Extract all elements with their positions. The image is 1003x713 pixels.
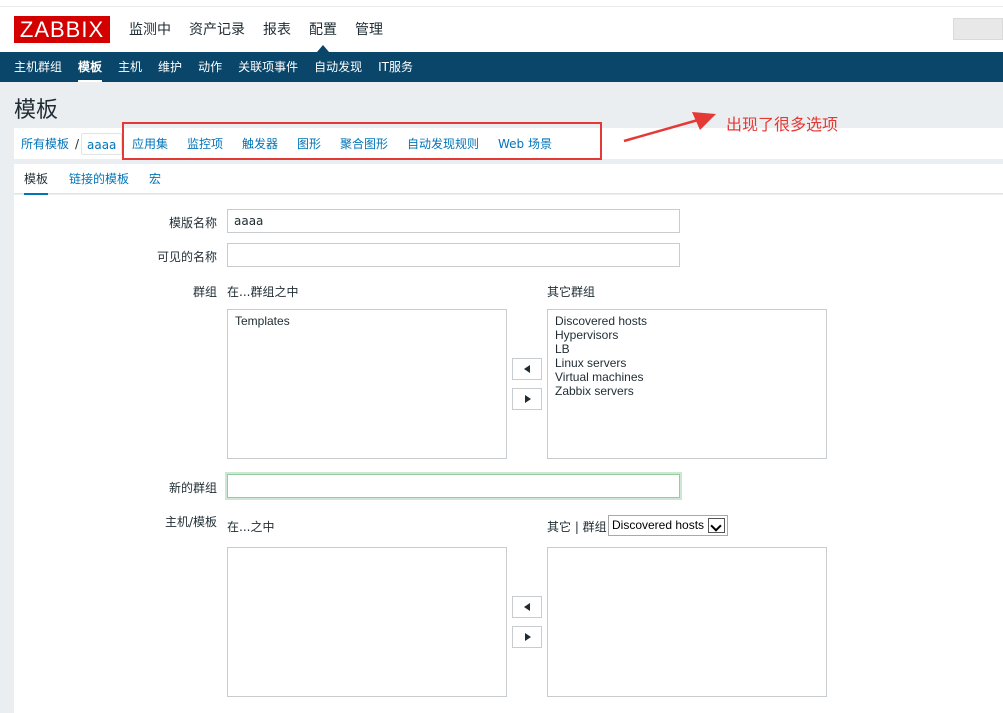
nav-inventory[interactable]: 资产记录 <box>180 0 254 52</box>
host-group-select[interactable]: Discovered hosts <box>608 515 728 536</box>
subnav-it-services[interactable]: IT服务 <box>370 52 421 82</box>
in-groups-list[interactable]: Templates <box>227 309 507 459</box>
chevron-down-icon <box>708 518 725 533</box>
list-item[interactable]: Virtual machines <box>555 370 819 384</box>
template-name-input[interactable] <box>227 209 680 233</box>
move-left-button[interactable] <box>512 596 542 618</box>
subnav-templates[interactable]: 模板 <box>70 52 110 82</box>
form-tabs: 模板 链接的模板 宏 <box>14 164 1003 195</box>
new-group-label: 新的群组 <box>168 481 217 495</box>
top-header: ZABBIX 监测中 资产记录 报表 配置 管理 <box>0 0 1003 52</box>
list-item[interactable]: Linux servers <box>555 356 819 370</box>
new-group-input[interactable] <box>227 474 680 498</box>
hosts-templates-label: 主机/模板 <box>164 515 217 529</box>
other-groups-caption: 其它群组 <box>547 285 596 299</box>
subnav-correlation[interactable]: 关联项事件 <box>230 52 306 82</box>
subnav-discovery[interactable]: 自动发现 <box>306 52 370 82</box>
subnav-host-groups[interactable]: 主机群组 <box>0 52 70 82</box>
move-right-button[interactable] <box>512 626 542 648</box>
tab-macros[interactable]: 宏 <box>149 164 161 194</box>
breadcrumb-current[interactable]: aaaa <box>81 133 123 155</box>
search-input[interactable] <box>953 18 1003 40</box>
annotation-text: 出现了很多选项 <box>726 115 839 134</box>
nav-administration[interactable]: 管理 <box>346 0 392 52</box>
list-item[interactable]: Zabbix servers <box>555 384 819 398</box>
arrow-right-icon <box>525 395 531 403</box>
page-title: 模板 <box>14 98 59 123</box>
arrow-left-icon <box>524 365 530 373</box>
list-item[interactable]: Templates <box>235 314 499 328</box>
breadcrumb-separator: / <box>75 137 80 151</box>
other-hosts-list[interactable] <box>547 547 827 697</box>
arrow-right-icon <box>525 633 531 641</box>
groups-label: 群组 <box>192 285 217 299</box>
other-hosts-caption: 其它 | 群组 <box>547 520 607 534</box>
move-left-button[interactable] <box>512 358 542 380</box>
annotation-box <box>122 122 602 160</box>
list-item[interactable]: Hypervisors <box>555 328 819 342</box>
arrow-left-icon <box>524 603 530 611</box>
in-hosts-list[interactable] <box>227 547 507 697</box>
in-groups-caption: 在...群组之中 <box>227 285 299 299</box>
tab-template[interactable]: 模板 <box>24 164 49 195</box>
main-nav: 监测中 资产记录 报表 配置 管理 <box>120 0 392 52</box>
breadcrumb-all-templates[interactable]: 所有模板 <box>21 128 69 160</box>
host-group-select-value: Discovered hosts <box>612 518 705 532</box>
visible-name-label: 可见的名称 <box>156 250 217 264</box>
visible-name-input[interactable] <box>227 243 680 267</box>
in-hosts-caption: 在...之中 <box>227 520 275 534</box>
list-item[interactable]: Discovered hosts <box>555 314 819 328</box>
template-name-label: 模版名称 <box>168 216 217 230</box>
zabbix-logo[interactable]: ZABBIX <box>14 16 110 43</box>
list-item[interactable]: LB <box>555 342 819 356</box>
move-right-button[interactable] <box>512 388 542 410</box>
annotation-arrow-icon <box>623 112 716 143</box>
subnav-maintenance[interactable]: 维护 <box>150 52 190 82</box>
nav-configuration[interactable]: 配置 <box>300 0 346 52</box>
subnav-actions[interactable]: 动作 <box>190 52 230 82</box>
form-panel: 模版名称 可见的名称 群组 在...群组之中 其它群组 Templates Di… <box>14 195 1003 713</box>
subnav-hosts[interactable]: 主机 <box>110 52 150 82</box>
tab-linked-templates[interactable]: 链接的模板 <box>69 164 129 194</box>
nav-reports[interactable]: 报表 <box>254 0 300 52</box>
nav-monitoring[interactable]: 监测中 <box>120 0 180 52</box>
other-groups-list[interactable]: Discovered hosts Hypervisors LB Linux se… <box>547 309 827 459</box>
sub-nav: 主机群组 模板 主机 维护 动作 关联项事件 自动发现 IT服务 <box>0 52 1003 82</box>
